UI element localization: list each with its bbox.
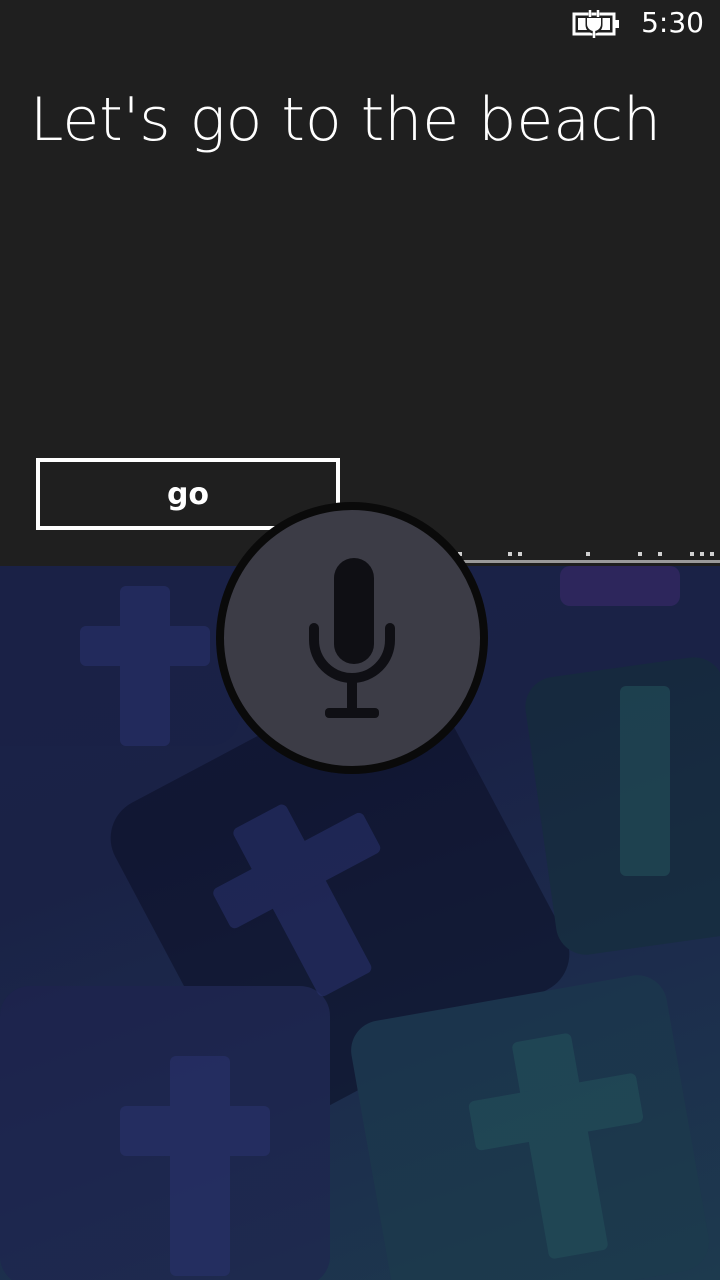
battery-charging-icon xyxy=(572,10,619,38)
go-button-label: go xyxy=(166,476,210,512)
speech-panel: 5:30 Let's go to the beach go xyxy=(0,0,720,566)
speech-prompt-screen: 5:30 Let's go to the beach go xyxy=(0,0,720,1280)
microphone-button[interactable] xyxy=(207,496,497,780)
status-bar: 5:30 xyxy=(0,0,720,48)
status-time: 5:30 xyxy=(641,6,704,39)
recognized-speech-text: Let's go to the beach xyxy=(30,85,662,155)
